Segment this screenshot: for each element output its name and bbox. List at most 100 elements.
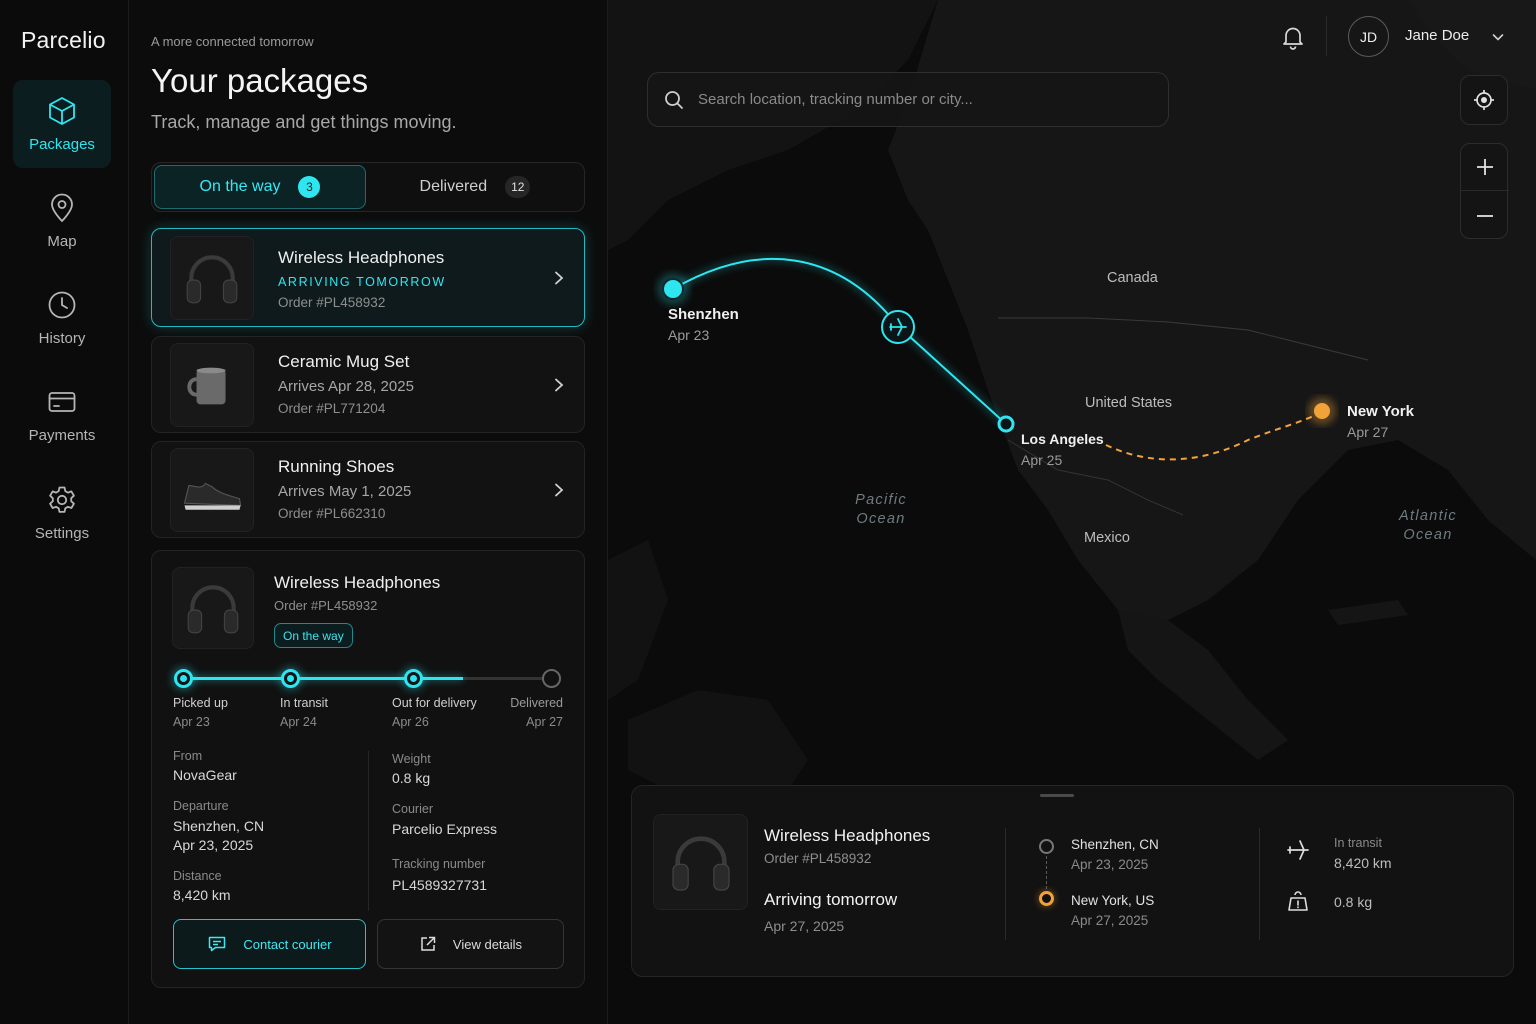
tab-label: On the way — [199, 178, 281, 195]
headphones-thumbnail — [653, 814, 748, 910]
package-status: Arrives Apr 28, 2025 — [278, 378, 414, 395]
button-label: Contact courier — [243, 936, 332, 952]
sheet-package-name: Wireless Headphones — [764, 826, 931, 845]
headphones-icon — [187, 585, 239, 634]
sheet-arrival-status: Arriving tomorrow — [764, 890, 898, 909]
page-title: Your packages — [151, 62, 369, 99]
headphones-icon — [186, 255, 238, 304]
divider — [1259, 828, 1260, 940]
package-card[interactable]: Ceramic Mug Set Arrives Apr 28, 2025 Ord… — [151, 336, 585, 433]
map-label-canada: Canada — [1107, 270, 1158, 286]
package-name: Wireless Headphones — [278, 248, 445, 267]
map-view[interactable]: JD Jane Doe Canada United States Mexico … — [608, 0, 1536, 1024]
field-label: Courier — [392, 802, 433, 816]
origin-dot — [1039, 839, 1054, 854]
external-link-icon — [421, 936, 436, 951]
origin-place: Shenzhen, CN — [1071, 837, 1159, 852]
field-label: Distance — [173, 869, 222, 883]
chevron-right-icon — [555, 271, 564, 285]
tab-label: Delivered — [419, 178, 488, 195]
sheet-order-number: Order #PL458932 — [764, 851, 872, 866]
crosshair-icon — [1474, 90, 1494, 110]
sidebar-item-label: Settings — [34, 525, 90, 542]
package-order: Order #PL771204 — [278, 401, 386, 416]
city-label: New York — [1347, 403, 1414, 420]
contact-courier-button[interactable]: Contact courier — [173, 919, 366, 969]
field-value: 8,420 km — [173, 887, 231, 903]
zoom-out-button[interactable] — [1461, 192, 1509, 239]
bell-icon[interactable] — [1280, 24, 1306, 50]
field-value: Apr 23, 2025 — [173, 837, 254, 853]
route-connector — [1046, 856, 1047, 889]
destination-date: Apr 27, 2025 — [1071, 913, 1149, 928]
mug-thumbnail — [170, 343, 254, 427]
destination-marker — [1314, 403, 1330, 419]
detail-order-number: Order #PL458932 — [274, 598, 378, 613]
sidebar-item-settings[interactable]: Settings — [13, 469, 111, 557]
mug-icon — [187, 367, 226, 405]
search-bar — [647, 72, 1169, 127]
zoom-controls — [1460, 143, 1509, 239]
city-label: Shenzhen — [668, 306, 739, 323]
packages-panel: A more connected tomorrow Your packages … — [129, 0, 608, 1024]
divider — [1326, 16, 1327, 56]
package-status: Arrives May 1, 2025 — [278, 483, 412, 500]
package-order: Order #PL458932 — [278, 295, 386, 310]
origin-date: Apr 23, 2025 — [1071, 857, 1149, 872]
field-value: Shenzhen, CN — [173, 818, 265, 834]
status-badge: On the way — [274, 623, 353, 648]
clock-icon — [48, 291, 76, 319]
transit-distance: 8,420 km — [1334, 855, 1392, 871]
tab-delivered[interactable]: Delivered 12 — [368, 165, 582, 209]
sidebar-item-history[interactable]: History — [13, 274, 111, 362]
ocean-label-line: Pacific — [855, 492, 907, 508]
detail-package-name: Wireless Headphones — [274, 573, 441, 592]
headphones-thumbnail — [172, 567, 254, 649]
chevron-right-icon — [555, 483, 564, 497]
search-input[interactable] — [698, 91, 1138, 108]
sidebar-item-label: History — [38, 330, 86, 347]
shipment-summary-sheet: Wireless Headphones Order #PL458932 Arri… — [631, 785, 1514, 977]
city-label: Los Angeles — [1021, 431, 1104, 447]
map-label-united-states: United States — [1085, 395, 1173, 411]
package-status: ARRIVING TOMORROW — [278, 275, 446, 289]
avatar[interactable]: JD — [1348, 16, 1389, 57]
package-weight: 0.8 kg — [1334, 894, 1373, 910]
headphones-icon — [671, 836, 730, 891]
waypoint-marker — [997, 415, 1015, 433]
zoom-in-button[interactable] — [1461, 144, 1509, 191]
count-badge: 12 — [505, 176, 531, 198]
ocean-label-line: Ocean — [1403, 527, 1453, 543]
field-label: Departure — [173, 799, 229, 813]
field-value: PL4589327731 — [392, 877, 487, 893]
package-card[interactable]: Wireless Headphones ARRIVING TOMORROW Or… — [151, 228, 585, 327]
chat-icon — [209, 936, 226, 952]
sidebar: Parcelio Packages Map History Payments S… — [0, 0, 129, 1024]
map-label-pacific-ocean: Pacific Ocean — [844, 491, 918, 529]
view-details-button[interactable]: View details — [377, 919, 564, 969]
step-out-for-delivery-dot — [404, 669, 423, 688]
transit-mode-label: In transit — [1334, 836, 1382, 850]
chevron-down-icon[interactable] — [1491, 30, 1505, 44]
drag-handle[interactable] — [1040, 794, 1074, 797]
locate-button[interactable] — [1460, 75, 1508, 125]
tab-on-the-way[interactable]: On the way 3 — [154, 165, 366, 209]
sidebar-item-packages[interactable]: Packages — [13, 80, 111, 168]
sidebar-item-payments[interactable]: Payments — [13, 371, 111, 459]
map-label-mexico: Mexico — [1084, 530, 1130, 546]
step-label: Picked up — [173, 696, 228, 710]
step-in-transit-dot — [281, 669, 300, 688]
user-name[interactable]: Jane Doe — [1405, 27, 1469, 44]
sidebar-item-map[interactable]: Map — [13, 177, 111, 265]
package-card[interactable]: Running Shoes Arrives May 1, 2025 Order … — [151, 441, 585, 538]
map-label-atlantic-ocean: Atlantic Ocean — [1386, 507, 1470, 545]
package-order: Order #PL662310 — [278, 506, 386, 521]
weight-icon — [1288, 891, 1308, 911]
credit-card-icon — [48, 392, 76, 412]
search-icon — [665, 90, 683, 109]
sidebar-item-label: Map — [47, 233, 77, 250]
shoe-thumbnail — [170, 448, 254, 532]
count-badge: 3 — [298, 176, 321, 198]
minus-icon — [1477, 214, 1493, 217]
field-label: Weight — [392, 752, 431, 766]
